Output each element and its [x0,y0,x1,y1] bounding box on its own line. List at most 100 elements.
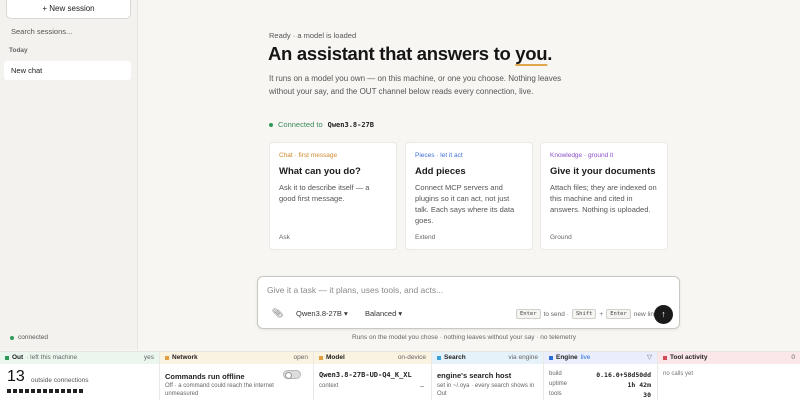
panel-tool-activity: Tool activity 0 no calls yet [658,352,800,400]
panel-header: Tool activity 0 [658,352,800,364]
card-desc: Ask it to describe itself — a good first… [279,183,370,203]
connection-block [25,389,29,393]
search-sessions-input[interactable]: Search sessions... [11,27,72,36]
network-title: Commands run offline [165,372,245,381]
card-desc: Connect MCP servers and plugins so it ca… [415,183,515,225]
outside-connections-count: 13 [7,368,25,385]
panel-title: Out [12,354,24,361]
panel-header: Search via engine [432,352,543,364]
headline-pre: An assistant that answers to [268,43,516,64]
panel-header: Out · left this machine yes [0,352,159,364]
kbd-enter: Enter [516,309,541,319]
model-context-value: – [420,383,424,390]
model-select[interactable]: Qwen3.8-27B ▾ [296,309,348,318]
card-tag: Knowledge · ground it [550,152,614,159]
connected-model-line: Connected to Qwen3.8-27B [269,120,374,129]
card-chat[interactable]: Chat · first message What can you do? As… [269,142,397,250]
panel-status: via engine [508,354,538,361]
panel-network: Network open Commands run offline Off · … [160,352,314,400]
connection-block [13,389,17,393]
square-icon [437,356,441,360]
card-tag: Chat · first message [279,152,338,159]
card-action: Extend [415,234,436,241]
panel-status: open [293,354,308,361]
hint-plus: + [599,310,604,318]
panel-subtitle: live [580,354,591,361]
task-input[interactable]: Give it a task — it plans, uses tools, a… [267,285,443,295]
panel-header: Engine live ▽ [544,352,657,364]
square-icon [319,356,323,360]
offline-toggle[interactable] [283,370,301,379]
panel-title: Engine [556,354,578,361]
panel-status: 0 [791,354,795,361]
panel-engine: Engine live ▽ build 0.16.0+58d50dd uptime… [544,352,658,400]
engine-value: 0.16.0+58d50dd [596,371,651,379]
card-title: Give it your documents [550,166,656,177]
section-label-today: Today [9,47,28,54]
card-desc: Attach files; they are indexed on this m… [550,183,657,214]
connection-blocks [7,389,83,393]
connected-label: Connected to [278,120,323,129]
card-title: What can you do? [279,166,361,177]
square-icon [663,356,667,360]
headline-emphasis: you [515,43,548,64]
model-select-value: Qwen3.8-27B [296,309,342,318]
connection-status: connected [10,334,48,341]
ready-status: Ready · a model is loaded [269,31,357,40]
connection-block [55,389,59,393]
composer: Give it a task — it plans, uses tools, a… [257,276,680,329]
tool-activity-empty: no calls yet [663,371,694,377]
connection-block [79,389,83,393]
engine-value: 30 [643,391,651,399]
status-dot-icon [10,335,14,340]
card-action: Ask [279,234,290,241]
model-id: Qwen3.8-27B-UD-Q4_K_XL [319,371,412,379]
square-icon [549,356,553,360]
new-session-button[interactable]: + New session [6,0,131,19]
mode-select[interactable]: Balanced ▾ [365,309,402,318]
connection-block [19,389,23,393]
model-context-label: context [319,383,339,389]
panel-out: Out · left this machine yes 13 outside c… [0,352,160,400]
engine-key: build [549,371,562,377]
connection-block [31,389,35,393]
chevron-down-icon: ▾ [398,309,403,318]
connection-block [37,389,41,393]
connection-block [7,389,11,393]
engine-key: uptime [549,381,568,387]
sidebar-item-new-chat[interactable]: New chat [4,61,131,80]
status-panels: Out · left this machine yes 13 outside c… [0,351,800,400]
composer-footnote: Runs on the model you chose · nothing le… [352,334,577,341]
square-icon [5,356,9,360]
connection-block [61,389,65,393]
hint-to-send: to send · [543,310,569,318]
paperclip-icon[interactable]: 📎︎ [272,308,283,319]
engine-row-build: build 0.16.0+58d50dd [549,371,651,379]
card-action: Ground [550,234,572,241]
chevron-down-icon: ▾ [343,309,348,318]
search-host-title: engine's search host [437,371,512,380]
panel-header: Network open [160,352,313,364]
keyboard-hints: Enter to send · Shift + Enter new line [516,309,658,319]
engine-key: tools [549,391,562,397]
panel-title: Network [172,354,198,361]
connection-block [73,389,77,393]
panel-search: Search via engine engine's search host s… [432,352,544,400]
card-tag: Pieces · let it act [415,152,463,159]
engine-row-uptime: uptime 1h 42m [549,381,651,389]
card-knowledge[interactable]: Knowledge · ground it Give it your docum… [540,142,668,250]
engine-value: 1h 42m [627,381,651,389]
intro-text: It runs on a model you own — on this mac… [269,74,562,96]
card-pieces[interactable]: Pieces · let it act Add pieces Connect M… [405,142,533,250]
panel-status: on-device [397,354,426,361]
engine-row-tools: tools 30 [549,391,651,399]
square-icon [165,356,169,360]
connected-dot-icon [269,122,273,127]
connection-status-label: connected [18,334,48,341]
panel-title: Tool activity [670,354,708,361]
panel-status: yes [143,354,154,361]
panel-header: Model on-device [314,352,431,364]
connected-model-name: Qwen3.8-27B [327,120,374,129]
collapse-icon[interactable]: ▽ [647,352,652,364]
send-button[interactable]: ↑ [654,305,673,324]
